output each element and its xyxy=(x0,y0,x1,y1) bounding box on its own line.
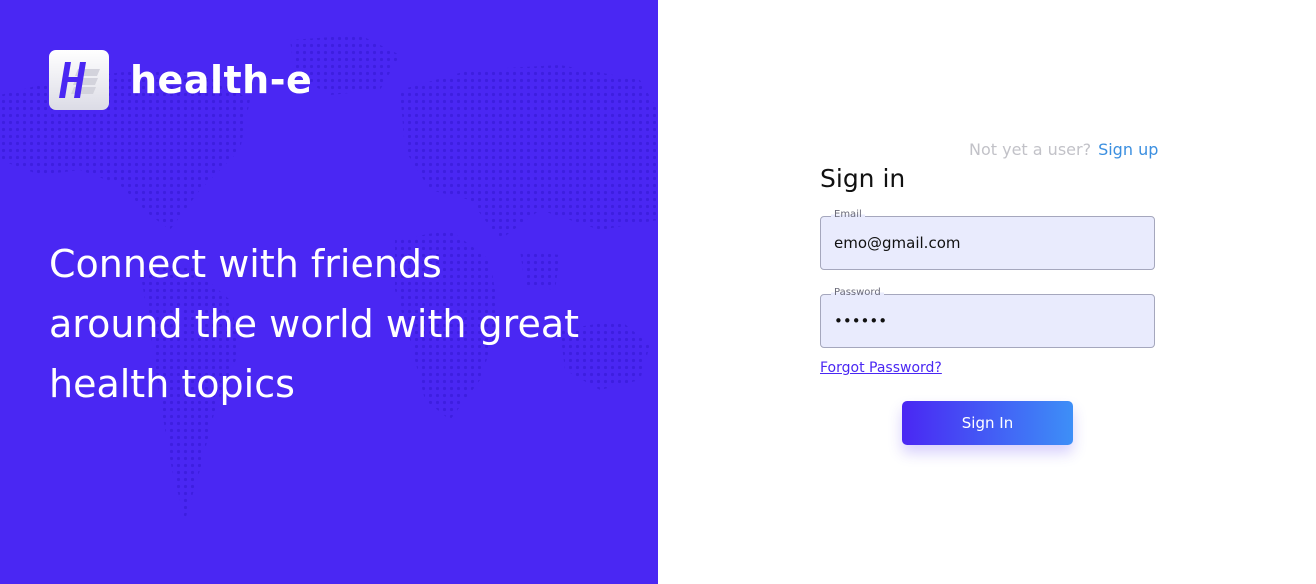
brand-panel: health-e Connect with friends around the… xyxy=(0,0,658,584)
health-e-logo-icon xyxy=(49,50,109,110)
password-field[interactable]: Password xyxy=(820,287,1155,348)
brand-name: health-e xyxy=(130,58,313,102)
hero-line: health topics xyxy=(49,362,295,406)
signup-link[interactable]: Sign up xyxy=(1098,140,1158,159)
signin-panel: Not yet a user? Sign up Sign in Email Pas… xyxy=(658,0,1316,584)
signup-prompt: Not yet a user? xyxy=(969,140,1092,159)
email-input[interactable] xyxy=(834,217,1144,269)
sign-in-button[interactable]: Sign In xyxy=(902,401,1073,445)
forgot-password-link[interactable]: Forgot Password? xyxy=(820,360,942,376)
password-input[interactable] xyxy=(834,295,1144,347)
hero-line: Connect with friends xyxy=(49,242,442,286)
brand-logo[interactable]: health-e xyxy=(49,50,312,110)
signup-row: Not yet a user? Sign up xyxy=(969,140,1158,159)
signin-title: Sign in xyxy=(820,164,906,193)
hero-tagline: Connect with friends around the world wi… xyxy=(49,234,639,414)
email-field[interactable]: Email xyxy=(820,209,1155,270)
hero-line: around the world with great xyxy=(49,302,580,346)
